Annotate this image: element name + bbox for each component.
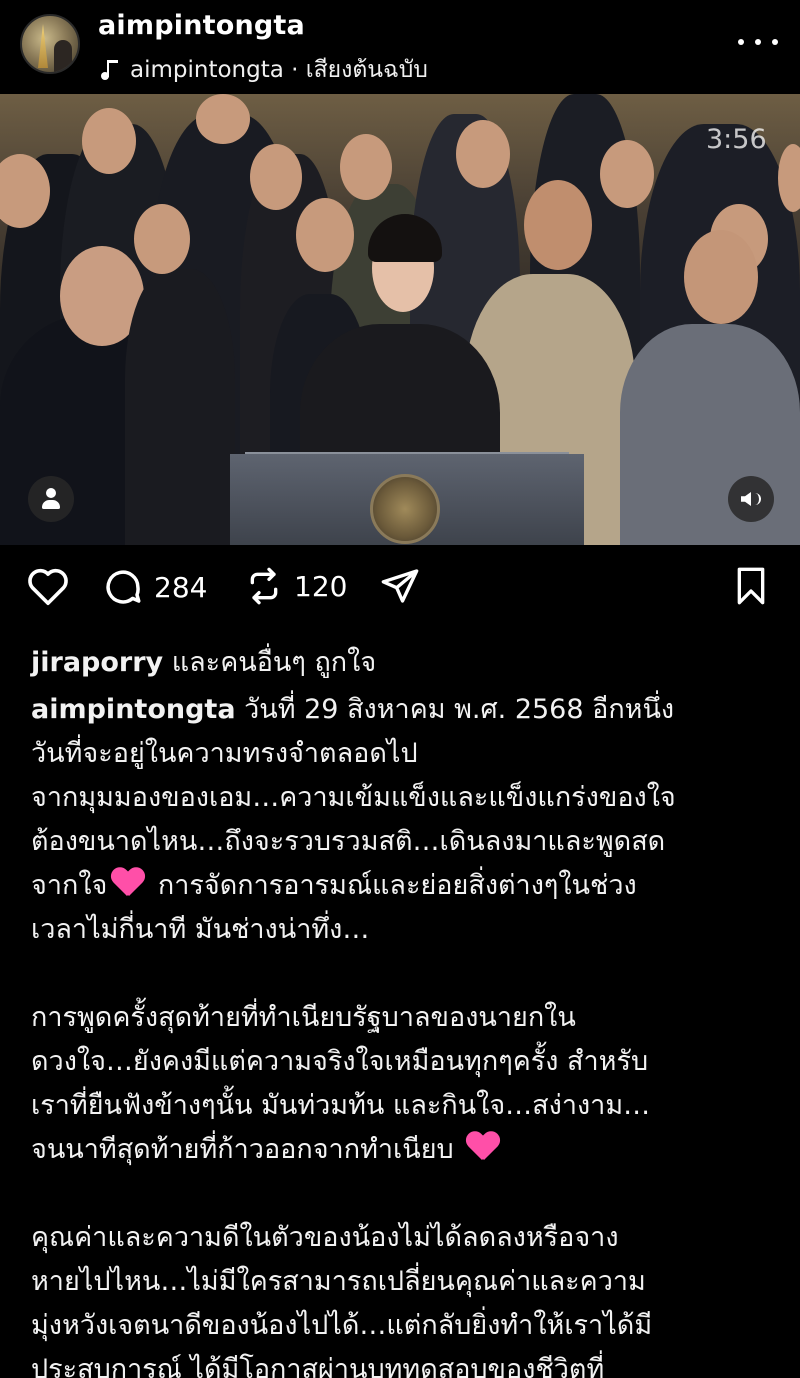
- comment-icon: [106, 570, 141, 604]
- person-image: [54, 40, 72, 72]
- user-tag-icon[interactable]: [28, 476, 74, 522]
- post-caption: aimpintongta วันที่ 29 สิงหาคม พ.ศ. 2568…: [31, 688, 776, 1378]
- heart-icon: [28, 568, 68, 606]
- bookmark-icon: [737, 567, 765, 605]
- likes-summary[interactable]: jiraporry และคนอื่นๆ ถูกใจ: [31, 640, 376, 683]
- comment-button[interactable]: 284: [102, 566, 207, 608]
- caption-paragraph-1b: การจัดการอารมณ์และย่อยสิ่งต่างๆในช่วง เว…: [31, 870, 651, 1165]
- pink-heart-icon: [111, 868, 145, 898]
- government-seal-image: [370, 474, 440, 544]
- caption-paragraph-2: คุณค่าและความดีในตัวของน้องไม่ได้ลดลงหรื…: [31, 1222, 653, 1378]
- repost-icon: [250, 567, 278, 605]
- post-header: aimpintongta aimpintongta · เสียงต้นฉบับ: [0, 0, 800, 94]
- avatar[interactable]: [20, 14, 80, 74]
- save-button[interactable]: [732, 566, 770, 606]
- caption-author[interactable]: aimpintongta: [31, 694, 236, 725]
- repost-count: 120: [294, 569, 348, 603]
- repost-button[interactable]: 120: [244, 566, 347, 606]
- audio-label: aimpintongta · เสียงต้นฉบับ: [130, 57, 428, 83]
- likes-text: และคนอื่นๆ ถูกใจ: [163, 647, 377, 678]
- more-horizontal-icon[interactable]: [738, 30, 778, 54]
- tower-image: [38, 24, 48, 68]
- music-note-icon: [98, 58, 120, 82]
- like-button[interactable]: [26, 566, 70, 606]
- action-bar: 284 120: [0, 560, 800, 622]
- post-media[interactable]: 3:56: [0, 94, 800, 545]
- speaker-icon[interactable]: [728, 476, 774, 522]
- caption-line-1: วันที่ 29 สิงหาคม พ.ศ. 2568 อีกหนึ่ง: [235, 694, 675, 725]
- video-timer: 3:56: [706, 124, 767, 155]
- liker-username[interactable]: jiraporry: [31, 647, 163, 678]
- share-icon: [381, 569, 419, 603]
- username[interactable]: aimpintongta: [98, 10, 305, 41]
- pink-heart-icon: [466, 1132, 500, 1162]
- audio-link[interactable]: aimpintongta · เสียงต้นฉบับ: [98, 52, 428, 88]
- comment-count: 284: [154, 570, 208, 604]
- share-button[interactable]: [380, 566, 420, 606]
